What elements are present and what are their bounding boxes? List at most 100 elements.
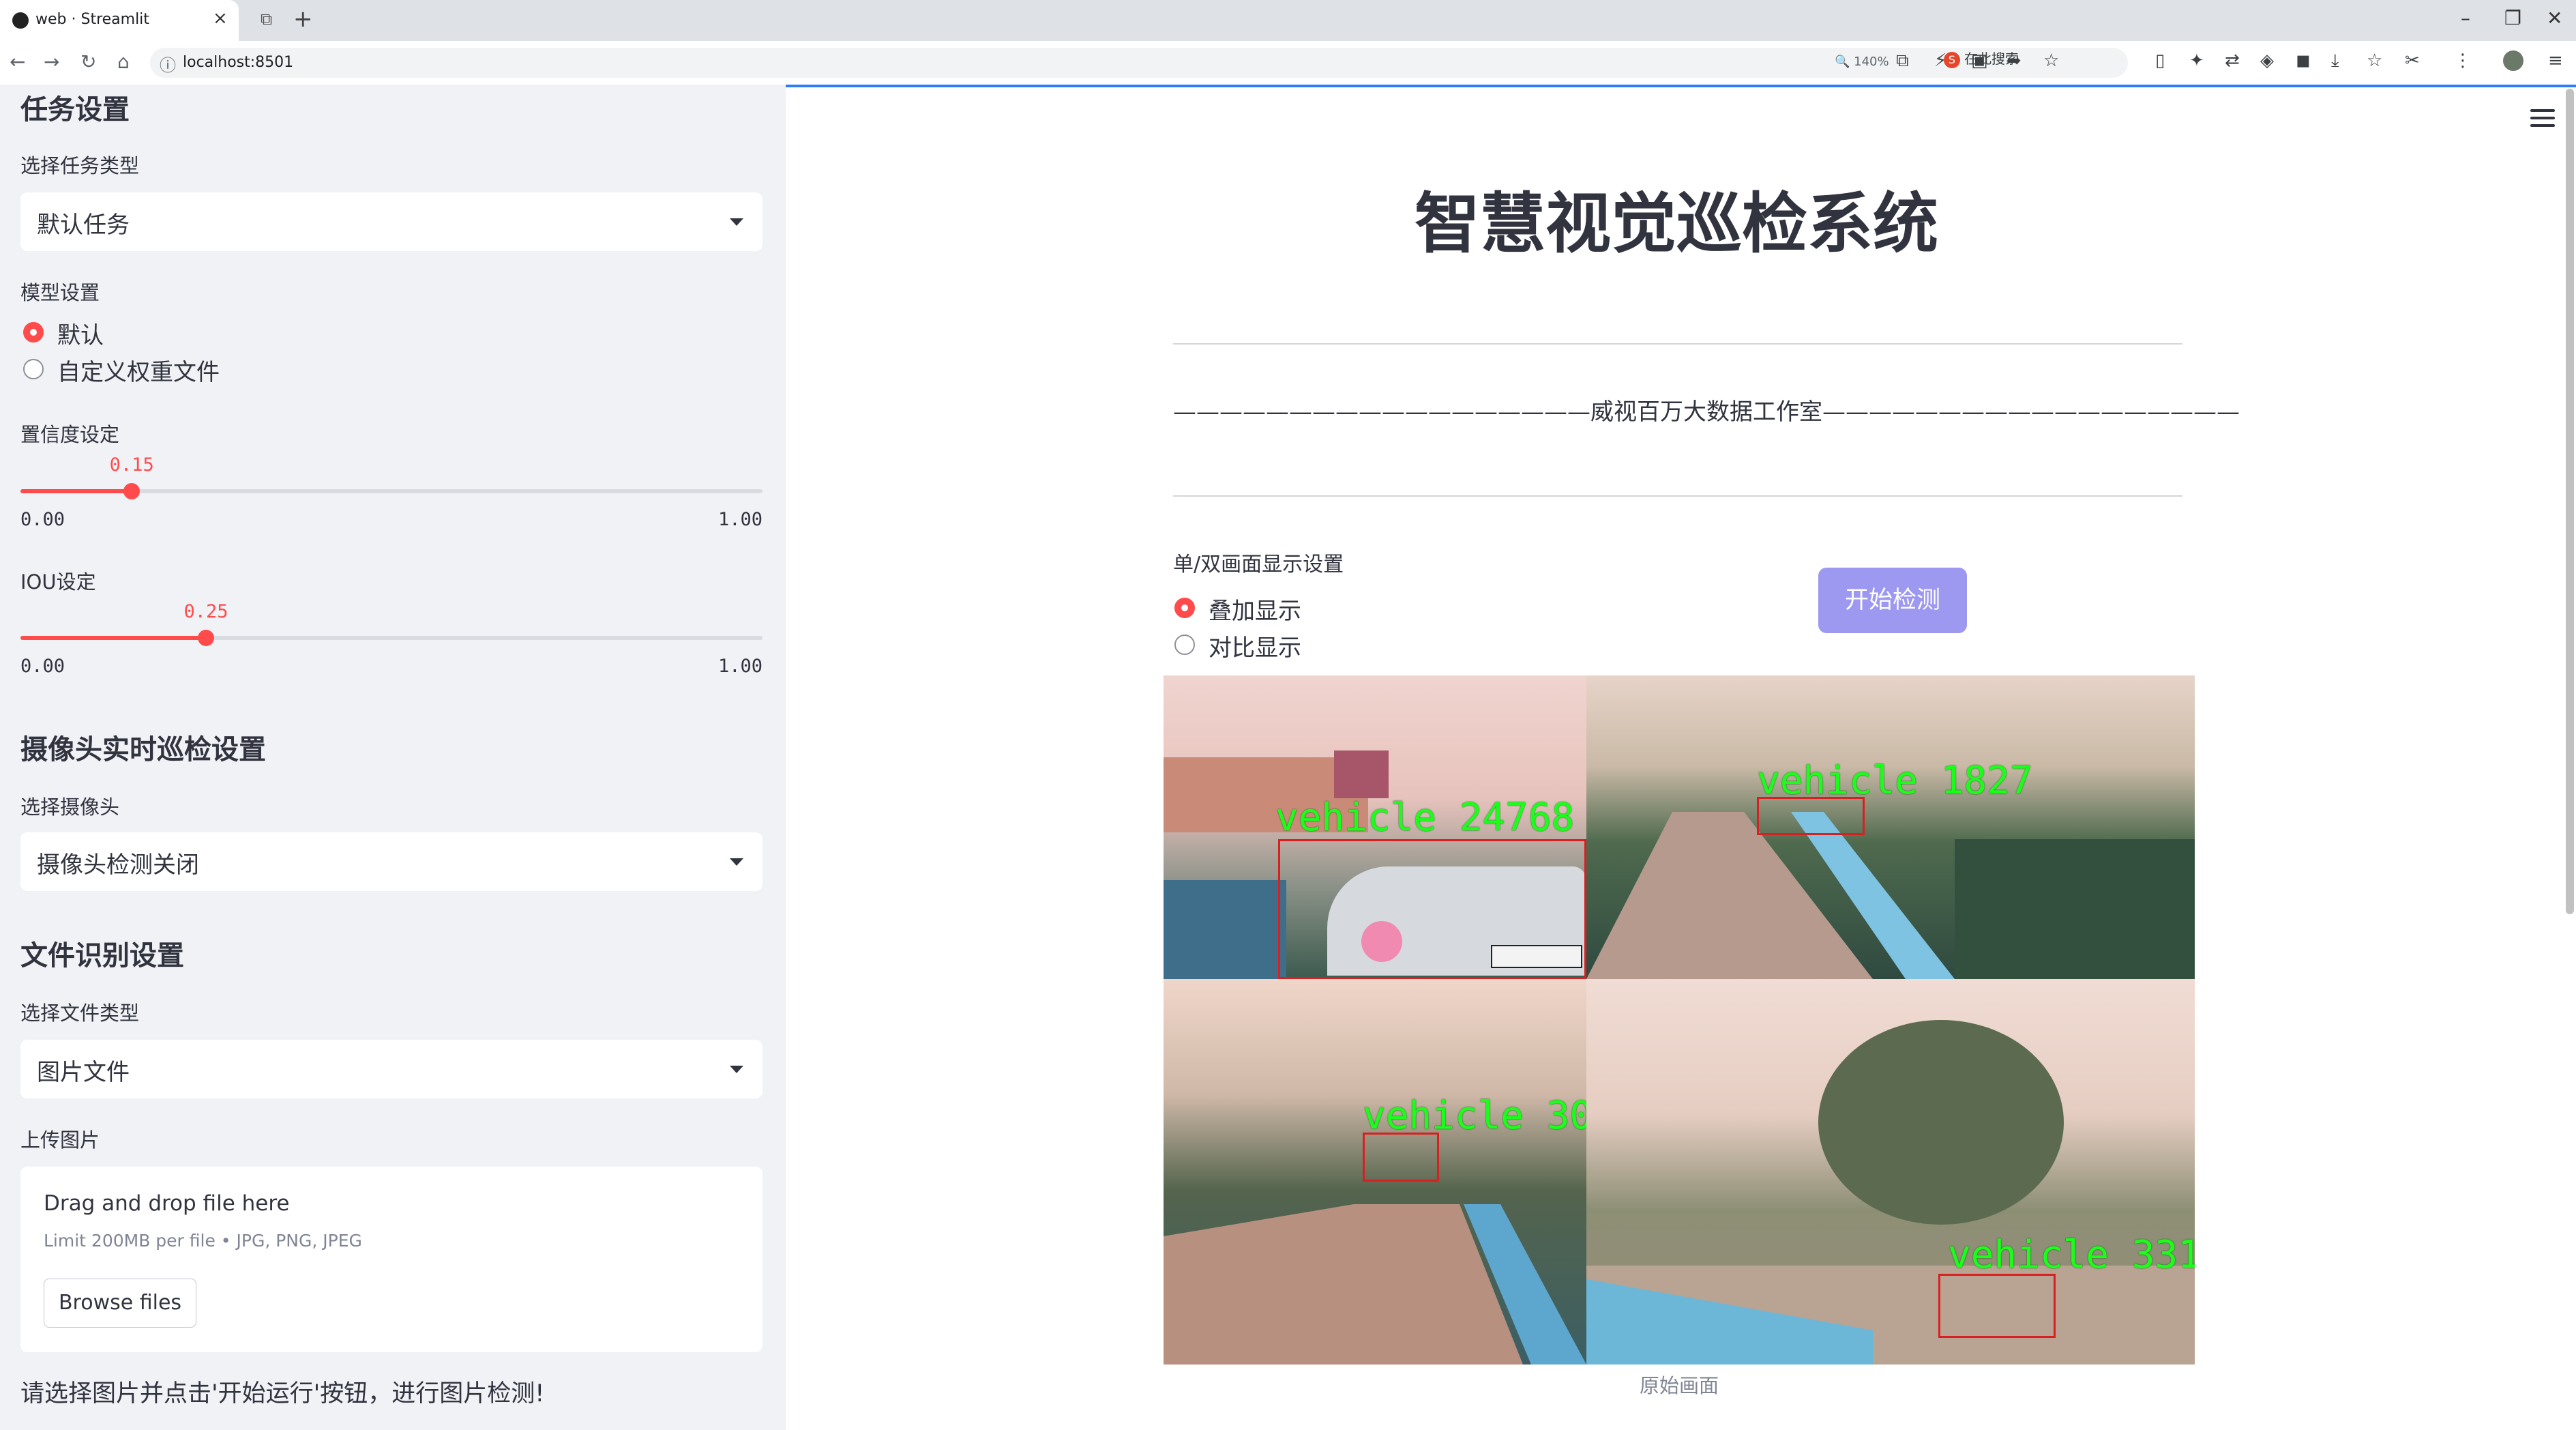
streamlit-favicon-icon xyxy=(12,12,29,29)
image-tile-2: vehicle 1827 xyxy=(1586,675,2195,979)
divider-bottom xyxy=(1173,495,2182,497)
detection-label: vehicle 24768 xyxy=(1275,796,1575,840)
radio-unselected-icon[interactable] xyxy=(1174,634,1195,655)
mobile-icon[interactable]: ▯ xyxy=(2155,50,2165,71)
search-engine-box[interactable]: S 在此搜索 xyxy=(1944,48,2094,75)
window-close-icon[interactable]: ✕ xyxy=(2547,7,2562,29)
upload-hint: 请选择图片并点击'开始运行'按钮，进行图片检测! xyxy=(20,1380,545,1407)
model-settings-label: 模型设置 xyxy=(20,281,100,304)
iou-slider[interactable]: 0.25 0.00 1.00 xyxy=(20,601,763,682)
browser-tab-active[interactable]: web · Streamlit × xyxy=(0,0,239,41)
image-tile-3: vehicle 3066 xyxy=(1164,979,1586,1365)
dropzone-title: Drag and drop file here xyxy=(44,1191,290,1216)
browser-tab-bar: web · Streamlit × ⧉ + – ❐ ✕ xyxy=(0,0,2576,41)
image-caption: 原始画面 xyxy=(1639,1374,1719,1397)
detection-label: vehicle 1827 xyxy=(1757,759,2033,803)
confidence-value: 0.15 xyxy=(109,454,154,476)
display-option-overlay-label: 叠加显示 xyxy=(1209,598,1301,625)
page-subtitle: ——————————————————威视百万大数据工作室————————————… xyxy=(1173,398,2240,426)
zoom-level: 140% xyxy=(1854,55,1889,69)
confidence-label: 置信度设定 xyxy=(20,423,120,446)
extension-gemini-icon[interactable]: ✦ xyxy=(2189,50,2204,71)
tab-title: web · Streamlit xyxy=(35,11,149,28)
slider-min-label: 0.00 xyxy=(20,509,65,530)
chevron-down-icon xyxy=(730,218,743,226)
slider-thumb[interactable] xyxy=(198,630,214,646)
extension-translate-icon[interactable]: ⇄ xyxy=(2225,50,2240,71)
dropzone-limit: Limit 200MB per file • JPG, PNG, JPEG xyxy=(44,1231,362,1251)
confidence-slider[interactable]: 0.15 0.00 1.00 xyxy=(20,454,763,535)
page-loading-strip xyxy=(786,85,2576,87)
home-icon[interactable]: ⌂ xyxy=(117,50,130,73)
image-tile-1: vehicle 24768 xyxy=(1164,675,1586,979)
chevron-down-icon xyxy=(730,858,743,866)
page-title: 智慧视觉巡检系统 xyxy=(1415,186,1938,262)
task-type-value: 默认任务 xyxy=(37,211,130,239)
divider-top xyxy=(1173,343,2182,345)
browse-files-button[interactable]: Browse files xyxy=(44,1279,196,1328)
new-tab-icon[interactable]: + xyxy=(293,5,313,33)
task-type-select[interactable]: 默认任务 xyxy=(20,192,763,251)
model-option-custom-label: 自定义权重文件 xyxy=(57,359,220,386)
camera-select-label: 选择摄像头 xyxy=(20,796,120,819)
reload-icon[interactable]: ↻ xyxy=(80,50,96,73)
favorites-icon[interactable]: ☆ xyxy=(2367,50,2382,71)
camera-select[interactable]: 摄像头检测关闭 xyxy=(20,832,763,891)
display-mode-label: 单/双画面显示设置 xyxy=(1173,553,1344,577)
url-bar[interactable]: ⓘ localhost:8501 🔍 140% ⧉ ⚡ ▣ ➦ ☆ xyxy=(150,48,2128,78)
main-scrollbar[interactable] xyxy=(2566,89,2574,914)
task-settings-heading: 任务设置 xyxy=(20,94,130,126)
tab-groups-icon[interactable]: ⧉ xyxy=(261,10,272,29)
detection-result-image: vehicle 24768 vehicle 1827 vehicle 3066 … xyxy=(1164,675,2195,1365)
upload-image-label: 上传图片 xyxy=(20,1128,100,1152)
screenshot-icon[interactable]: ✂ xyxy=(2405,50,2420,71)
bounding-box xyxy=(1938,1274,2056,1338)
search-engine-logo-icon: S xyxy=(1944,51,1960,68)
slider-thumb[interactable] xyxy=(123,483,140,499)
radio-selected-icon[interactable] xyxy=(1174,598,1195,618)
display-option-compare-label: 对比显示 xyxy=(1209,634,1301,662)
slider-fill xyxy=(20,489,132,493)
image-tile-4: vehicle 331 xyxy=(1586,979,2195,1365)
browser-menu-icon[interactable]: ⋮ xyxy=(2454,50,2472,71)
model-option-default-label: 默认 xyxy=(57,322,104,349)
slider-max-label: 1.00 xyxy=(717,656,763,677)
extension-blue-icon[interactable]: ◈ xyxy=(2260,50,2274,71)
main-menu-icon[interactable] xyxy=(2530,109,2555,132)
file-dropzone[interactable]: Drag and drop file here Limit 200MB per … xyxy=(20,1167,763,1352)
detection-label: vehicle 3066 xyxy=(1363,1094,1586,1138)
back-icon[interactable]: ← xyxy=(10,50,25,73)
detection-label: vehicle 331 xyxy=(1948,1233,2195,1277)
extension-dark-icon[interactable]: ◼ xyxy=(2296,50,2311,71)
camera-settings-heading: 摄像头实时巡检设置 xyxy=(20,734,266,765)
file-type-label: 选择文件类型 xyxy=(20,1002,140,1025)
sidebar: 任务设置 选择任务类型 默认任务 模型设置 默认 自定义权重文件 置信度设定 0… xyxy=(0,85,786,1430)
profile-avatar[interactable] xyxy=(2503,50,2523,71)
page-info-icon[interactable]: ⓘ xyxy=(160,52,176,76)
camera-select-value: 摄像头检测关闭 xyxy=(37,851,199,879)
task-type-label: 选择任务类型 xyxy=(20,154,140,177)
bounding-box xyxy=(1278,839,1586,979)
slider-fill xyxy=(20,636,206,640)
restore-icon[interactable]: ❐ xyxy=(2504,7,2521,29)
slider-max-label: 1.00 xyxy=(717,509,763,530)
radio-unselected-icon[interactable] xyxy=(23,359,44,379)
bounding-box xyxy=(1363,1133,1439,1182)
file-type-select[interactable]: 图片文件 xyxy=(20,1040,763,1098)
radio-selected-icon[interactable] xyxy=(23,322,44,342)
url-text[interactable]: localhost:8501 xyxy=(183,54,293,71)
slider-min-label: 0.00 xyxy=(20,656,65,677)
file-settings-heading: 文件识别设置 xyxy=(20,940,184,972)
iou-value: 0.25 xyxy=(183,601,228,622)
search-engine-placeholder: 在此搜索 xyxy=(1964,50,2019,67)
forward-icon[interactable]: → xyxy=(44,50,59,73)
zoom-indicator[interactable]: 🔍 140% xyxy=(1835,55,1889,69)
minimize-icon[interactable]: – xyxy=(2461,7,2470,29)
chevron-down-icon xyxy=(730,1066,743,1073)
translate-icon[interactable]: ⧉ xyxy=(1896,50,1909,72)
sidebar-menu-icon[interactable]: ≡ xyxy=(2548,50,2563,71)
start-detection-button[interactable]: 开始检测 xyxy=(1818,568,1967,633)
address-toolbar: ← → ↻ ⌂ ⓘ localhost:8501 🔍 140% ⧉ ⚡ ▣ ➦ … xyxy=(0,41,2576,85)
download-icon[interactable]: ⤓ xyxy=(2331,50,2339,72)
tab-close-icon[interactable]: × xyxy=(213,8,228,29)
